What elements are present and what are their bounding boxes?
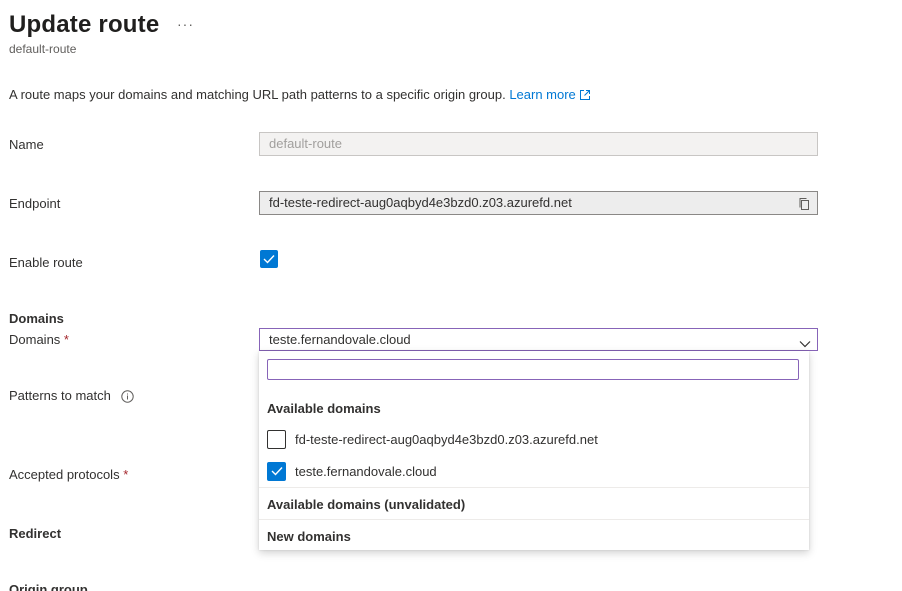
- enable-route-label: Enable route: [9, 255, 83, 270]
- domains-selected-value: teste.fernandovale.cloud: [269, 332, 411, 347]
- more-options-button[interactable]: ···: [177, 16, 194, 32]
- divider: [259, 519, 809, 520]
- patterns-label-text: Patterns to match: [9, 388, 111, 403]
- unvalidated-domains-group[interactable]: Available domains (unvalidated): [267, 497, 465, 512]
- checkmark-icon: [271, 467, 283, 476]
- domain-option-label: teste.fernandovale.cloud: [295, 463, 437, 479]
- endpoint-field[interactable]: fd-teste-redirect-aug0aqbyd4e3bzd0.z03.a…: [259, 191, 818, 215]
- new-domains-group[interactable]: New domains: [267, 529, 351, 544]
- name-input[interactable]: default-route: [259, 132, 818, 156]
- domains-select[interactable]: teste.fernandovale.cloud: [259, 328, 818, 351]
- domains-search-input[interactable]: [267, 359, 799, 380]
- endpoint-label: Endpoint: [9, 196, 61, 211]
- domain-option[interactable]: fd-teste-redirect-aug0aqbyd4e3bzd0.z03.a…: [267, 428, 797, 450]
- patterns-label: Patterns to match: [9, 388, 134, 407]
- protocols-label-text: Accepted protocols: [9, 467, 120, 482]
- name-label: Name: [9, 137, 44, 152]
- domain-option-checkbox[interactable]: [267, 461, 286, 481]
- domains-dropdown: Available domains fd-teste-redirect-aug0…: [259, 351, 809, 550]
- page-title: Update route: [9, 11, 160, 38]
- route-description: A route maps your domains and matching U…: [9, 87, 591, 105]
- available-domains-group: Available domains: [267, 401, 381, 416]
- page-subtitle: default-route: [9, 42, 77, 56]
- domains-label-text: Domains: [9, 332, 61, 347]
- domain-option-checkbox[interactable]: [267, 429, 286, 449]
- enable-route-checkbox[interactable]: [260, 250, 278, 268]
- checkmark-icon: [263, 255, 275, 264]
- protocols-label: Accepted protocols *: [9, 467, 128, 483]
- description-text: A route maps your domains and matching U…: [9, 87, 506, 102]
- required-mark: *: [63, 332, 69, 347]
- domain-option-label: fd-teste-redirect-aug0aqbyd4e3bzd0.z03.a…: [295, 431, 598, 447]
- required-mark: *: [123, 467, 129, 482]
- learn-more-label: Learn more: [509, 87, 576, 102]
- divider: [259, 487, 809, 488]
- learn-more-link[interactable]: Learn more: [509, 87, 590, 102]
- domain-option[interactable]: teste.fernandovale.cloud: [267, 460, 797, 482]
- external-link-icon: [579, 89, 591, 105]
- copy-icon[interactable]: [798, 196, 811, 218]
- domains-section-heading: Domains: [9, 311, 64, 326]
- endpoint-value: fd-teste-redirect-aug0aqbyd4e3bzd0.z03.a…: [269, 195, 572, 210]
- domains-label: Domains *: [9, 332, 69, 348]
- info-icon[interactable]: [120, 390, 134, 407]
- origin-group-section-heading: Origin group: [9, 582, 88, 591]
- update-route-panel: Update route ··· default-route A route m…: [0, 0, 902, 591]
- redirect-section-heading: Redirect: [9, 526, 62, 541]
